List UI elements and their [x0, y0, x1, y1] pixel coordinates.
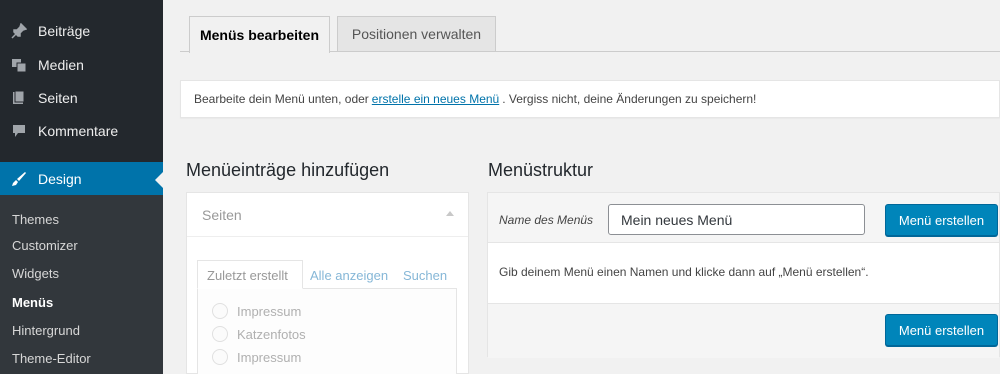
submenu-item-widgets[interactable]: Widgets [12, 266, 59, 281]
page-label: Impressum [237, 303, 302, 319]
submenu-item-theme-editor[interactable]: Theme-Editor [12, 351, 91, 366]
submenu-item-menus[interactable]: Menüs [12, 295, 53, 310]
tab-edit-menus[interactable]: Menüs bearbeiten [189, 16, 330, 53]
sidebar-item-label: Kommentare [38, 122, 119, 139]
submenu-item-background[interactable]: Hintergrund [12, 323, 80, 338]
pin-icon [11, 22, 27, 39]
add-menu-items-heading: Menüeinträge hinzufügen [186, 160, 390, 180]
sidebar-item-label: Beiträge [38, 22, 91, 39]
list-item: Impressum [212, 349, 301, 365]
create-menu-button[interactable]: Menü erstellen [885, 204, 998, 236]
pages-list-panel: Impressum Katzenfotos Impressum [197, 288, 457, 374]
design-submenu: Themes Customizer Widgets Menüs Hintergr… [0, 195, 163, 374]
create-menu-button-bottom[interactable]: Menü erstellen [885, 314, 998, 346]
create-new-menu-link[interactable]: erstelle ein neues Menü [372, 92, 499, 106]
tab-view-all[interactable]: Alle anzeigen [310, 268, 388, 283]
submenu-item-customizer[interactable]: Customizer [12, 238, 78, 253]
list-item: Katzenfotos [212, 326, 306, 342]
admin-sidebar: Beiträge Medien Seiten Kommentare Design… [0, 0, 163, 374]
tab-most-recent[interactable]: Zuletzt erstellt [197, 260, 303, 289]
page-label: Katzenfotos [237, 326, 306, 342]
sidebar-item-design[interactable]: Design [0, 162, 163, 195]
divider [187, 236, 468, 237]
sidebar-item-comments[interactable]: Kommentare [0, 114, 163, 147]
list-item: Impressum [212, 303, 301, 319]
info-notice: Bearbeite dein Menü unten, oder erstelle… [180, 80, 1000, 118]
page-checkbox[interactable] [212, 326, 228, 342]
tab-manage-locations[interactable]: Positionen verwalten [337, 16, 496, 51]
active-indicator [155, 172, 163, 188]
tab-search[interactable]: Suchen [403, 268, 447, 283]
pages-section-title[interactable]: Seiten [202, 207, 242, 223]
pages-icon [11, 90, 27, 106]
page-label: Impressum [237, 349, 302, 365]
menu-name-label: Name des Menüs [499, 213, 594, 227]
menu-header: Name des Menüs Menü erstellen [488, 193, 999, 243]
menu-name-input[interactable] [608, 204, 865, 235]
menu-structure-panel: Name des Menüs Menü erstellen Gib deinem… [487, 192, 1000, 358]
menu-structure-heading: Menüstruktur [488, 160, 594, 180]
sidebar-item-label: Medien [38, 56, 84, 73]
collapse-arrow-icon[interactable] [446, 211, 454, 216]
brush-icon [11, 171, 27, 187]
notice-text: Bearbeite dein Menü unten, oder [194, 92, 369, 106]
submenu-item-themes[interactable]: Themes [12, 212, 59, 227]
sidebar-item-label: Seiten [38, 89, 78, 106]
sidebar-item-posts[interactable]: Beiträge [0, 14, 163, 47]
add-menu-items-panel: Seiten Zuletzt erstellt Alle anzeigen Su… [186, 192, 469, 374]
notice-text-end: . Vergiss nicht, deine Änderungen zu spe… [502, 92, 757, 106]
sidebar-item-media[interactable]: Medien [0, 48, 163, 81]
page-checkbox[interactable] [212, 303, 228, 319]
menu-footer: Menü erstellen [488, 303, 999, 358]
sidebar-item-label: Design [38, 170, 82, 187]
menu-instructions: Gib deinem Menü einen Namen und klicke d… [499, 265, 869, 279]
media-icon [11, 57, 27, 73]
sidebar-item-pages[interactable]: Seiten [0, 81, 163, 114]
page-checkbox[interactable] [212, 349, 228, 365]
comment-icon [11, 123, 27, 139]
